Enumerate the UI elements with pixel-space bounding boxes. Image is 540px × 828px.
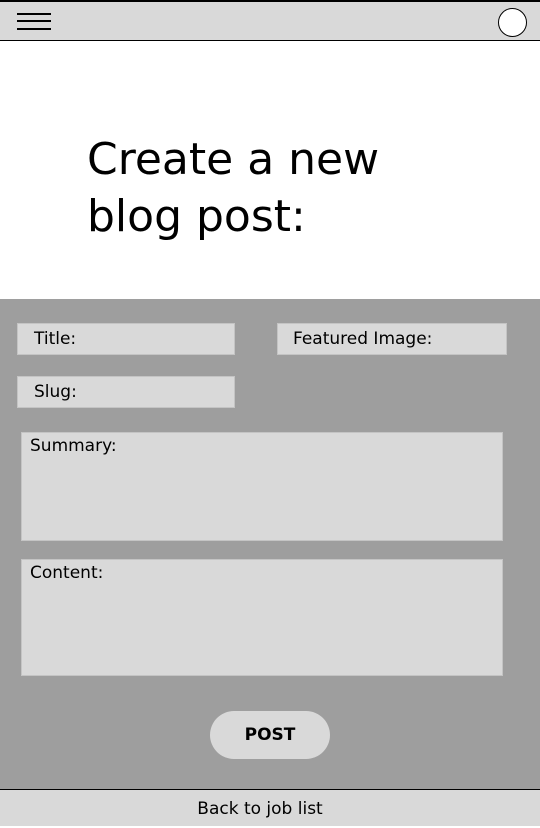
footer-bar: Back to job list: [0, 789, 540, 826]
title-input[interactable]: Title:: [17, 323, 235, 355]
page-title: Create a new blog post:: [87, 134, 380, 242]
featured-image-input[interactable]: Featured Image:: [277, 323, 507, 355]
summary-textarea[interactable]: Summary:: [21, 432, 503, 541]
hamburger-line: [17, 28, 51, 30]
summary-label: Summary:: [30, 436, 117, 456]
top-bar: [0, 0, 540, 41]
slug-label: Slug:: [34, 382, 77, 402]
avatar[interactable]: [498, 8, 527, 37]
featured-image-label: Featured Image:: [293, 329, 433, 349]
hamburger-menu-icon[interactable]: [17, 11, 51, 35]
content-textarea[interactable]: Content:: [21, 559, 503, 676]
hamburger-line: [17, 20, 51, 22]
back-to-job-list-link[interactable]: Back to job list: [0, 790, 520, 826]
slug-input[interactable]: Slug:: [17, 376, 235, 408]
title-label: Title:: [34, 329, 77, 349]
post-button[interactable]: POST: [210, 711, 330, 759]
hamburger-line: [17, 13, 51, 15]
content-label: Content:: [30, 563, 104, 583]
